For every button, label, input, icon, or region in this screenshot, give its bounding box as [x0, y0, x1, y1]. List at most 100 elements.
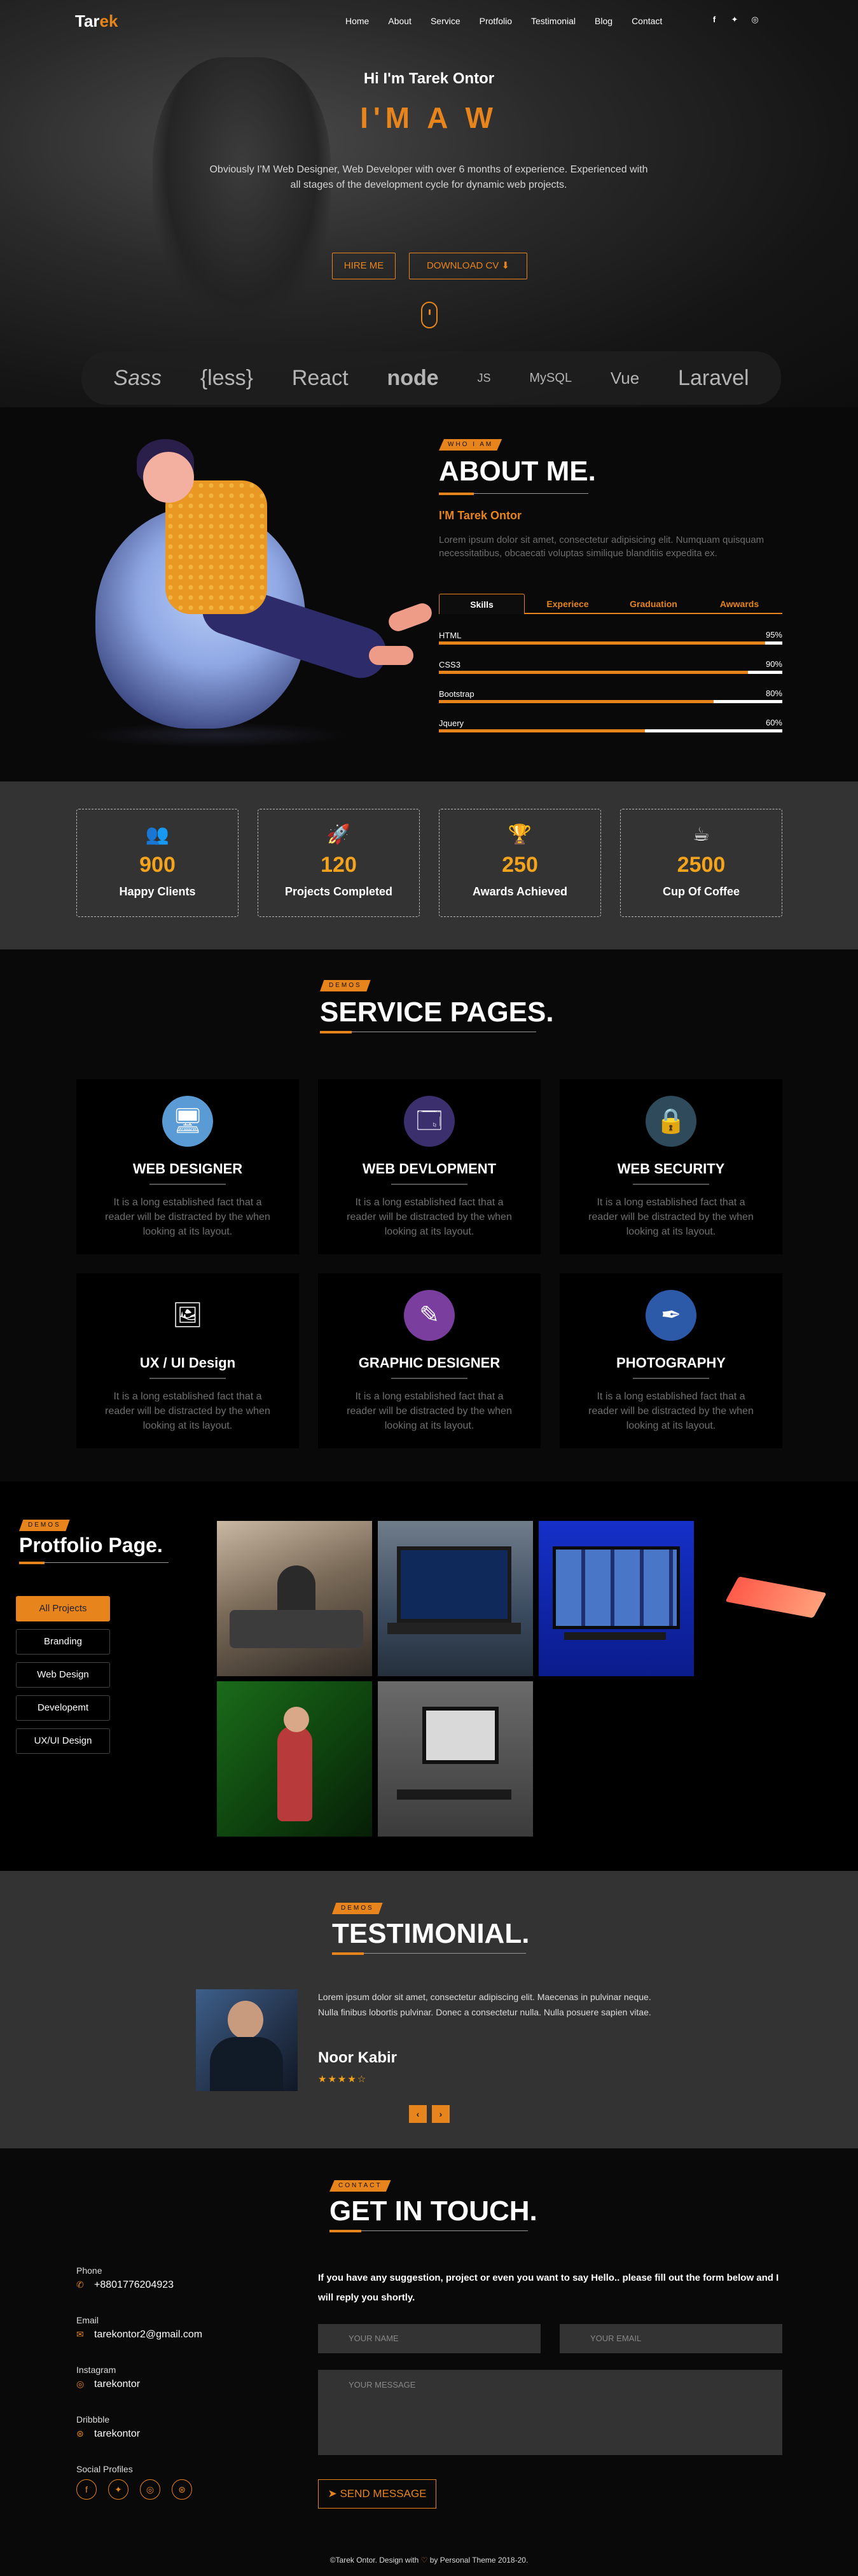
- portfolio-image[interactable]: [703, 1521, 858, 1676]
- nav-contact[interactable]: Contact: [632, 16, 662, 26]
- nav-service[interactable]: Service: [431, 16, 460, 26]
- instagram-icon: ◎: [76, 2379, 85, 2389]
- phone-value[interactable]: +8801776204923: [94, 2279, 174, 2291]
- service-card[interactable]: 🖼 UX / UI Design It is a long establishe…: [76, 1273, 299, 1448]
- contact-intro: If you have any suggestion, project or e…: [318, 2272, 779, 2303]
- rocket-icon: 🚀: [326, 824, 351, 845]
- service-card[interactable]: 🔒 WEB SECURITY It is a long established …: [560, 1079, 782, 1254]
- hero-headline: I'M A W: [360, 101, 498, 134]
- message-textarea[interactable]: YOUR MESSAGE: [318, 2370, 782, 2455]
- nav-portfolio[interactable]: Protfolio: [480, 16, 512, 26]
- hero-section: Tarek Home About Service Protfolio Testi…: [0, 0, 858, 407]
- skill-bar: CSS3 90%: [439, 659, 782, 674]
- tech-logo: Vue: [610, 368, 640, 388]
- dribbble-value[interactable]: tarekontor: [94, 2428, 140, 2440]
- section-tag: DEMOS: [332, 1903, 383, 1914]
- section-tag: WHO I AM: [439, 439, 502, 451]
- filter-development[interactable]: Developemt: [16, 1695, 110, 1721]
- filter-ux-ui-design[interactable]: UX/UI Design: [16, 1728, 110, 1754]
- instagram-icon[interactable]: ◎: [140, 2479, 160, 2500]
- counter-card: 👥 900 Happy Clients: [76, 809, 239, 917]
- about-tabs: Skills Experiece Graduation Awwards: [439, 594, 782, 614]
- counter-card: ☕ 2500 Cup Of Coffee: [620, 809, 782, 917]
- monitor-icon: 🖥: [162, 1096, 213, 1147]
- filter-web-design[interactable]: Web Design: [16, 1662, 110, 1688]
- testimonial-quote: Lorem ipsum dolor sit amet, consectetur …: [318, 1992, 651, 2017]
- lock-icon: 🔒: [646, 1096, 696, 1147]
- twitter-icon[interactable]: ✦: [729, 14, 740, 25]
- dribbble-icon[interactable]: ⊛: [172, 2479, 192, 2500]
- portfolio-image[interactable]: [217, 1521, 372, 1676]
- tech-logo: React: [291, 365, 349, 390]
- paper-plane-icon: ➤: [328, 2488, 337, 2500]
- service-card[interactable]: ✒ PHOTOGRAPHY It is a long established f…: [560, 1273, 782, 1448]
- code-window-icon: 🗔: [404, 1096, 455, 1147]
- instagram-value[interactable]: tarekontor: [94, 2379, 140, 2390]
- facebook-icon[interactable]: f: [709, 14, 720, 25]
- tech-logo-strip: Sass {less} React node JS MySQL Vue Lara…: [81, 351, 781, 405]
- email-label: Email: [76, 2315, 99, 2325]
- portfolio-image[interactable]: [378, 1681, 533, 1837]
- facebook-icon[interactable]: f: [76, 2479, 97, 2500]
- email-input[interactable]: YOUR EMAIL: [560, 2324, 782, 2353]
- service-card[interactable]: ✎ GRAPHIC DESIGNER It is a long establis…: [318, 1273, 541, 1448]
- about-illustration: [70, 436, 435, 748]
- portfolio-image[interactable]: [217, 1681, 372, 1837]
- contact-section: CONTACT GET IN TOUCH. Phone ✆ +880177620…: [0, 2148, 858, 2576]
- social-links: f ✦ ◎: [709, 14, 761, 25]
- filter-all-projects[interactable]: All Projects: [16, 1596, 110, 1621]
- phone-icon: ✆: [76, 2279, 84, 2290]
- tech-logo: Sass: [113, 365, 162, 390]
- scroll-mouse-icon[interactable]: [421, 302, 438, 328]
- portfolio-image[interactable]: [539, 1521, 694, 1676]
- logo[interactable]: Tarek: [75, 11, 118, 31]
- tab-skills[interactable]: Skills: [439, 594, 525, 614]
- send-message-button[interactable]: ➤ SEND MESSAGE: [318, 2479, 436, 2509]
- testimonial-section: DEMOS TESTIMONIAL. Lorem ipsum dolor sit…: [0, 1871, 858, 2148]
- heart-icon: ♡: [420, 2556, 428, 2565]
- clients-icon: 👥: [145, 824, 170, 845]
- main-nav: Home About Service Protfolio Testimonial…: [345, 16, 681, 26]
- about-name: I'M Tarek Ontor: [439, 509, 522, 522]
- coffee-icon: ☕: [693, 824, 710, 845]
- skill-bar: Bootstrap 80%: [439, 689, 782, 703]
- nav-blog[interactable]: Blog: [595, 16, 612, 26]
- section-tag: DEMOS: [320, 980, 371, 991]
- trophy-icon: 🏆: [508, 824, 532, 845]
- dribbble-label: Dribbble: [76, 2414, 110, 2425]
- service-card[interactable]: 🗔 WEB DEVLOPMENT It is a long establishe…: [318, 1079, 541, 1254]
- section-tag: DEMOS: [19, 1520, 70, 1531]
- tech-logo: node: [387, 365, 439, 390]
- section-tag: CONTACT: [329, 2180, 391, 2192]
- section-title: ABOUT ME.: [439, 456, 596, 487]
- instagram-icon[interactable]: ◎: [749, 14, 761, 25]
- tab-awards[interactable]: Awwards: [696, 594, 782, 614]
- testimonial-name: Noor Kabir: [318, 2049, 398, 2066]
- ux-board-icon: 🖼: [172, 1302, 204, 1329]
- nav-about[interactable]: About: [388, 16, 412, 26]
- portfolio-image[interactable]: [378, 1521, 533, 1676]
- email-icon: ✉: [76, 2329, 84, 2339]
- hero-description: Obviously I'M Web Designer, Web Develope…: [209, 164, 648, 190]
- instagram-label: Instagram: [76, 2365, 116, 2375]
- hire-me-button[interactable]: HIRE ME: [332, 253, 396, 279]
- nav-testimonial[interactable]: Testimonial: [531, 16, 576, 26]
- pen-tablet-icon: ✎: [404, 1290, 455, 1341]
- download-cv-button[interactable]: DOWNLOAD CV ⬇: [409, 253, 527, 279]
- tab-experience[interactable]: Experiece: [525, 594, 611, 614]
- section-title: Protfolio Page.: [19, 1534, 163, 1557]
- tab-graduation[interactable]: Graduation: [611, 594, 696, 614]
- name-input[interactable]: YOUR NAME: [318, 2324, 541, 2353]
- portfolio-section: DEMOS Protfolio Page. All Projects Brand…: [0, 1481, 858, 1871]
- footer: ©Tarek Ontor. Design with ♡ by Personal …: [329, 2556, 529, 2565]
- email-value[interactable]: tarekontor2@gmail.com: [94, 2329, 202, 2341]
- filter-branding[interactable]: Branding: [16, 1629, 110, 1655]
- service-card[interactable]: 🖥 WEB DESIGNER It is a long established …: [76, 1079, 299, 1254]
- nav-home[interactable]: Home: [345, 16, 369, 26]
- prev-arrow-button[interactable]: ‹: [409, 2105, 427, 2123]
- twitter-icon[interactable]: ✦: [108, 2479, 128, 2500]
- next-arrow-button[interactable]: ›: [432, 2105, 450, 2123]
- section-title: GET IN TOUCH.: [329, 2195, 537, 2227]
- skill-bar: HTML 95%: [439, 630, 782, 645]
- about-section: WHO I AM ABOUT ME. I'M Tarek Ontor Lorem…: [0, 407, 858, 781]
